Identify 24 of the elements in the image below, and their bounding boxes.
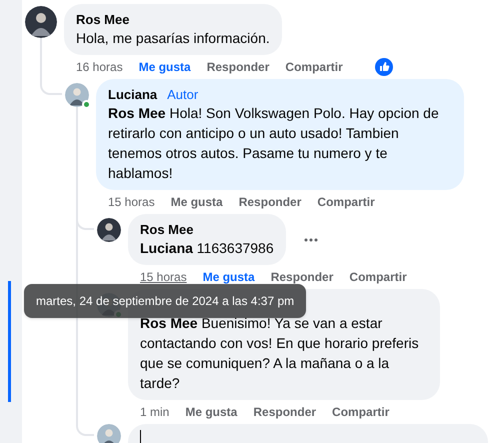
timestamp-link[interactable]: 16 horas [76, 58, 123, 76]
author-name[interactable]: Ros Mee [76, 11, 130, 28]
reply-link[interactable]: Responder [253, 403, 316, 421]
timestamp-link[interactable]: 1 min [140, 403, 170, 421]
share-link[interactable]: Compartir [332, 403, 390, 421]
timestamp-link[interactable]: 15 horas [140, 268, 187, 286]
share-link[interactable]: Compartir [349, 268, 407, 286]
date-tooltip: martes, 24 de septiembre de 2024 a las 4:37 pm [24, 284, 306, 318]
author-name[interactable]: Ros Mee [140, 221, 194, 238]
comment-text: Hola, me pasarías información. [76, 29, 270, 48]
reply-link[interactable]: Responder [206, 58, 270, 76]
like-link[interactable]: Me gusta [202, 268, 255, 286]
like-link[interactable]: Me gusta [185, 403, 238, 421]
like-link[interactable]: Me gusta [138, 58, 191, 76]
timestamp-link[interactable]: 15 horas [108, 193, 155, 211]
reply-link[interactable]: Responder [238, 193, 302, 211]
author-name[interactable]: Luciana [108, 86, 158, 103]
share-link[interactable]: Compartir [285, 58, 343, 76]
like-link[interactable]: Me gusta [170, 193, 223, 211]
author-label: Autor [167, 86, 198, 103]
comment-text: Luciana 1163637986 [140, 239, 274, 258]
share-link[interactable]: Compartir [317, 193, 375, 211]
comment-text: Ros Mee Hola! Son Volkswagen Polo. Hay opcion de retirarlo con anticipo o un auto usado! Tambien tenemos otros autos. Pasame tu numero y te hablamos! [108, 104, 440, 183]
reply-link[interactable]: Responder [270, 268, 334, 286]
